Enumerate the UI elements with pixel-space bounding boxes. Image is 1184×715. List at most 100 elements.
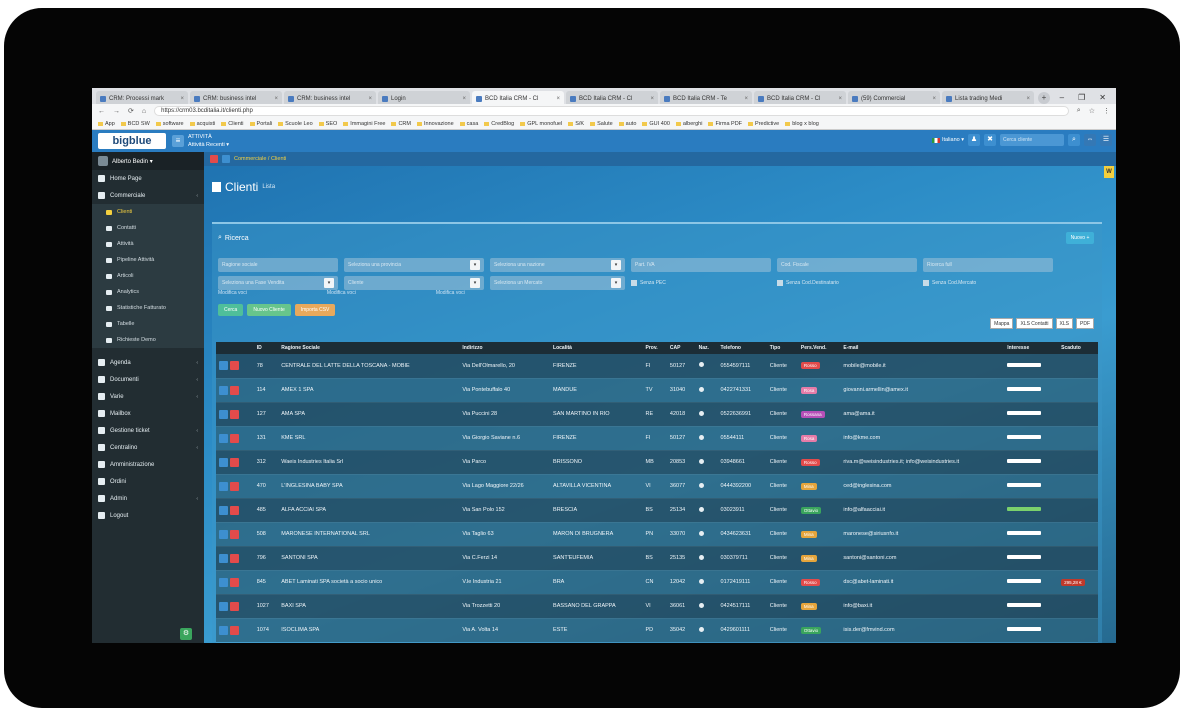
bigblue-logo[interactable]: bigblue xyxy=(98,133,166,149)
sidebar-item[interactable]: Amministrazione xyxy=(92,456,204,473)
grid-icon[interactable]: ☰ xyxy=(1100,134,1112,146)
sidebar-item[interactable]: Mailbox xyxy=(92,405,204,422)
sidebar-item[interactable]: Tabelle xyxy=(92,316,204,332)
search-icon[interactable]: ⌕ xyxy=(1068,134,1080,146)
tools-icon[interactable]: ✖ xyxy=(984,134,996,146)
bookmark-item[interactable]: S/K xyxy=(568,121,584,127)
close-icon[interactable] xyxy=(210,155,218,163)
action-button[interactable]: Importa CSV xyxy=(294,304,336,316)
new-button[interactable]: Nuovo + xyxy=(1066,232,1094,244)
edit-icon[interactable] xyxy=(219,385,228,395)
sidebar-item[interactable]: Home Page xyxy=(92,170,204,187)
filter-input[interactable]: Part. IVA xyxy=(631,258,771,272)
column-header[interactable]: CAP xyxy=(666,342,696,354)
filter-input[interactable]: Cliente ▾ xyxy=(344,276,484,290)
breadcrumb-text[interactable]: Commerciale / Clienti xyxy=(234,156,286,162)
home-icon[interactable]: ⌂ xyxy=(142,108,146,115)
delete-icon[interactable] xyxy=(230,481,239,491)
column-header[interactable]: Scaduto xyxy=(1058,342,1098,354)
sidebar-item[interactable]: Admin ‹ xyxy=(92,490,204,507)
zoom-icon[interactable]: ⌕ xyxy=(1077,107,1081,115)
export-button[interactable]: Mappa xyxy=(990,318,1014,329)
filter-input[interactable]: Cod. Fiscale xyxy=(777,258,917,272)
delete-icon[interactable] xyxy=(230,529,239,539)
delete-icon[interactable] xyxy=(230,409,239,419)
close-tab-icon[interactable]: × xyxy=(932,96,936,102)
sidebar-item[interactable]: Clienti xyxy=(92,204,204,220)
chevron-down-icon[interactable]: ▾ xyxy=(611,278,621,288)
column-header[interactable]: Interesse xyxy=(1004,342,1059,354)
user-icon[interactable]: ♟ xyxy=(968,134,980,146)
bookmark-item[interactable]: software xyxy=(156,121,184,127)
sidebar-item[interactable]: Attività xyxy=(92,236,204,252)
browser-tab[interactable]: BCD Italia CRM - Cl × xyxy=(566,91,658,104)
column-header[interactable]: Indirizzo xyxy=(459,342,551,354)
sidebar-item[interactable]: Documenti ‹ xyxy=(92,371,204,388)
bookmark-item[interactable]: GUI 400 xyxy=(642,121,669,127)
star-icon[interactable]: ☆ xyxy=(1089,107,1095,115)
column-header[interactable]: Località xyxy=(550,342,643,354)
delete-icon[interactable] xyxy=(230,433,239,443)
edit-icon[interactable] xyxy=(219,505,228,515)
checkbox-box[interactable] xyxy=(631,280,637,286)
bookmark-item[interactable]: Immagini Free xyxy=(343,121,385,127)
export-button[interactable]: XLS xyxy=(1055,318,1073,329)
column-header[interactable]: ID xyxy=(253,342,279,354)
delete-icon[interactable] xyxy=(230,457,239,467)
sidebar-item[interactable]: Articoli xyxy=(92,268,204,284)
sidebar-item[interactable]: Agenda ‹ xyxy=(92,354,204,371)
edit-icon[interactable] xyxy=(219,481,228,491)
bookmark-item[interactable]: App xyxy=(98,121,115,127)
delete-icon[interactable] xyxy=(230,361,239,371)
delete-icon[interactable] xyxy=(230,505,239,515)
sidebar-item[interactable]: Logout xyxy=(92,507,204,524)
close-tab-icon[interactable]: × xyxy=(368,96,372,102)
modifica-link[interactable]: Modifica voci xyxy=(327,290,356,296)
bookmark-item[interactable]: Salute xyxy=(590,121,613,127)
table-row[interactable]: 114 AMEX 1 SPA Via Pontebuffalo 40 MANDUE TV… xyxy=(216,378,1098,403)
table-row[interactable]: 845 ABET Laminati SPA società a socio uni… xyxy=(216,570,1098,595)
delete-icon[interactable] xyxy=(230,601,239,611)
bookmark-item[interactable]: Scuole Leo xyxy=(278,121,313,127)
filter-input[interactable]: Seleziona un Mercato ▾ xyxy=(490,276,625,290)
column-header[interactable] xyxy=(216,342,254,354)
bookmark-item[interactable]: blog x blog xyxy=(785,121,819,127)
close-tab-icon[interactable]: × xyxy=(650,96,654,102)
menu-dots-icon[interactable]: ⋮ xyxy=(1103,107,1110,115)
filter-input[interactable]: Seleziona una nazione ▾ xyxy=(490,258,625,272)
sidebar-item[interactable]: Varie ‹ xyxy=(92,388,204,405)
modifica-link[interactable]: Modifica voci xyxy=(436,290,465,296)
table-row[interactable]: 796 SANTONI SPA Via C.Ferzi 14 SANT'EUFEMIA… xyxy=(216,546,1098,571)
filter-input[interactable]: Ricerca full xyxy=(923,258,1053,272)
table-row[interactable]: 1027 BAXI SPA Via Trozzetti 20 BASSANO DEL … xyxy=(216,594,1098,619)
edit-icon[interactable] xyxy=(219,457,228,467)
sidebar-item[interactable]: Contatti xyxy=(92,220,204,236)
browser-tab[interactable]: BCD Italia CRM - Cl × xyxy=(754,91,846,104)
bookmark-item[interactable]: Clienti xyxy=(221,121,243,127)
bookmark-item[interactable]: auto xyxy=(619,121,637,127)
language-select[interactable]: Italiano ▾ xyxy=(931,137,964,143)
notification-icon[interactable]: W xyxy=(1104,166,1114,178)
filter-input[interactable]: Seleziona una Fase Vendita ▾ xyxy=(218,276,338,290)
sidebar-item[interactable]: Pipeline Attività xyxy=(92,252,204,268)
bookmark-item[interactable]: Predictive xyxy=(748,121,779,127)
delete-icon[interactable] xyxy=(230,553,239,563)
table-row[interactable]: 485 ALFA ACCIAI SPA Via San Polo 152 BRESCI… xyxy=(216,498,1098,523)
chevron-down-icon[interactable]: ▾ xyxy=(611,260,621,270)
edit-icon[interactable] xyxy=(219,601,228,611)
export-button[interactable]: PDF xyxy=(1076,318,1094,329)
reload-icon[interactable]: ⟳ xyxy=(128,107,134,115)
table-row[interactable]: 312 Waeis Industries Italia Srl Via Parco B… xyxy=(216,450,1098,475)
checkbox-filter[interactable]: Senza PEC xyxy=(631,276,771,290)
table-row[interactable]: 508 MARONESE INTERNATIONAL SRL Via Taglio … xyxy=(216,522,1098,547)
checkbox-box[interactable] xyxy=(923,280,929,286)
action-button[interactable]: Nuovo Cliente xyxy=(247,304,291,316)
close-tab-icon[interactable]: × xyxy=(180,96,184,102)
close-tab-icon[interactable]: × xyxy=(462,96,466,102)
table-row[interactable]: 78 CENTRALE DEL LATTE DELLA TOSCANA - MOB… xyxy=(216,354,1098,379)
maximize-icon[interactable]: ❐ xyxy=(1078,93,1085,102)
close-tab-icon[interactable]: × xyxy=(1026,96,1030,102)
sidebar-item[interactable]: Commerciale ‹ xyxy=(92,187,204,204)
column-header[interactable]: E-mail xyxy=(840,342,1005,354)
edit-icon[interactable] xyxy=(219,433,228,443)
